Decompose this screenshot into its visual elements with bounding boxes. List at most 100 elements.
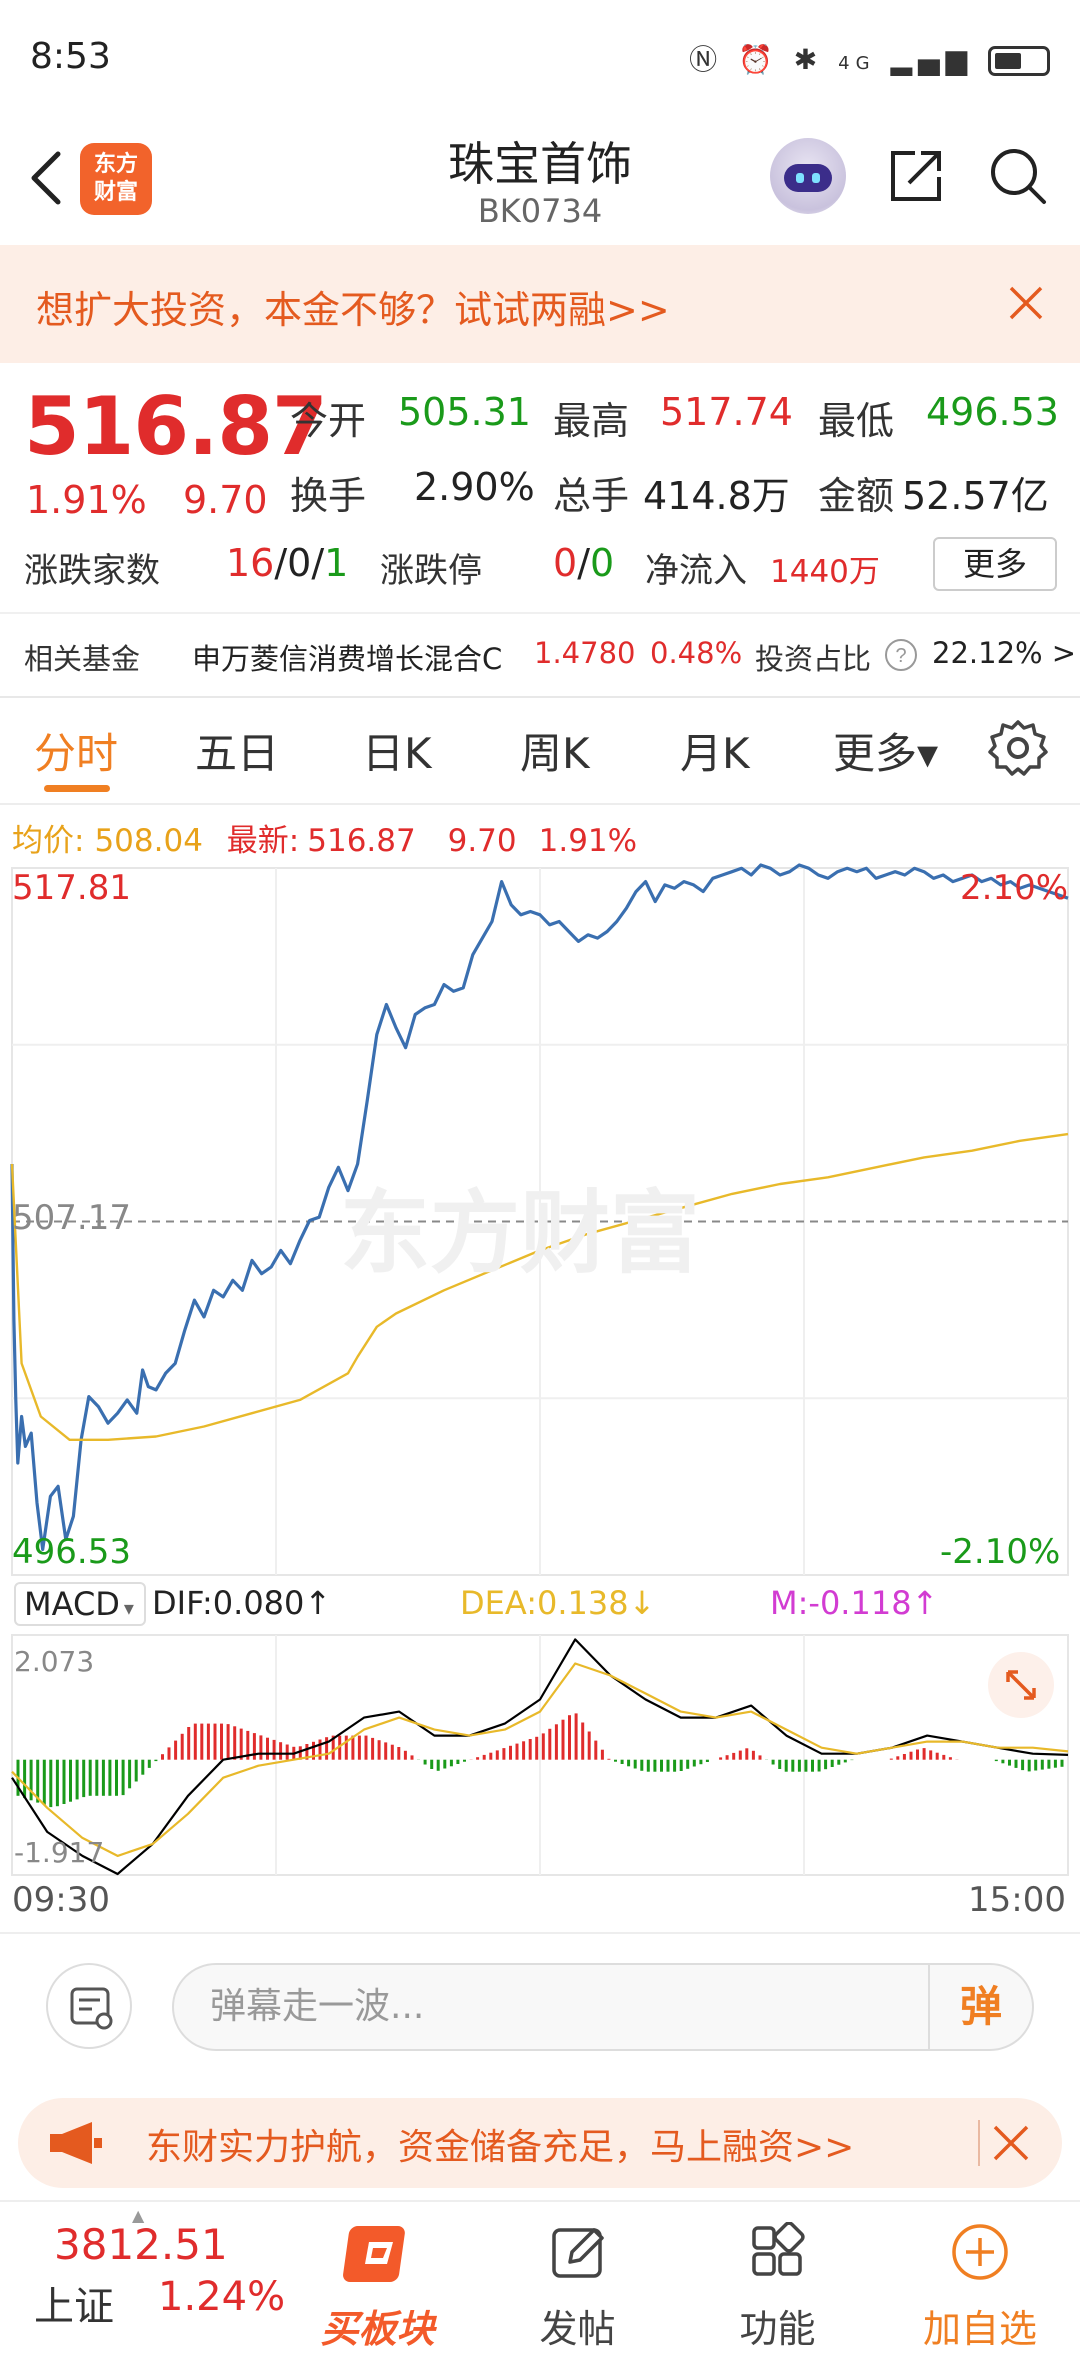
- alarm-icon: ⏰: [738, 43, 779, 76]
- help-icon[interactable]: ?: [884, 638, 918, 672]
- netflow-label: 净流入: [645, 551, 747, 591]
- network-icon: 4G: [838, 53, 876, 74]
- banner-text[interactable]: 东财实力护航，资金储备充足，马上融资>>: [146, 2118, 854, 2170]
- tab-underline: [44, 785, 110, 792]
- limit-values: 0/0: [553, 541, 615, 585]
- m-value: M:-0.118↑: [770, 1584, 939, 1622]
- close-icon[interactable]: [990, 2122, 1032, 2164]
- chevron-up-icon: ▲: [132, 2206, 145, 2225]
- stock-code: BK0734: [477, 192, 603, 230]
- danmu-button[interactable]: 弹: [928, 1965, 1032, 2049]
- nav-label: 买板块: [320, 2307, 435, 2351]
- divider: [0, 803, 1080, 805]
- tab-five-day[interactable]: 五日: [195, 720, 279, 781]
- battery-icon: [988, 46, 1050, 76]
- netflow-value: 1440万: [770, 554, 880, 590]
- edit-icon: [552, 2228, 604, 2278]
- comment-settings-icon[interactable]: [46, 1963, 132, 2049]
- dea-value: DEA:0.138↓: [460, 1584, 656, 1622]
- low-label: 最低: [818, 399, 895, 443]
- search-icon[interactable]: [987, 145, 1049, 207]
- current-price: 516.87: [24, 380, 328, 473]
- high-value: 517.74: [660, 390, 793, 434]
- amount-value: 52.57亿: [902, 474, 1049, 518]
- change-percent: 1.91%: [26, 478, 147, 522]
- tab-more[interactable]: 更多▾: [833, 720, 938, 781]
- close-icon[interactable]: [1006, 283, 1046, 323]
- ratio-label: 投资占比: [755, 642, 872, 676]
- ratio-value[interactable]: 22.12% >: [932, 636, 1076, 670]
- volume-label: 总手: [553, 474, 630, 518]
- open-value: 505.31: [398, 390, 531, 434]
- turnover-value: 2.90%: [414, 465, 535, 509]
- gear-icon[interactable]: [988, 718, 1048, 778]
- financing-banner[interactable]: 东财实力护航，资金储备充足，马上融资>>: [18, 2098, 1062, 2188]
- index-pct: 1.24%: [158, 2274, 286, 2320]
- bottom-price-label: 496.53: [12, 1532, 131, 1572]
- promo-text[interactable]: 想扩大投资，本金不够？试试两融>>: [36, 279, 670, 334]
- tab-weekly-k[interactable]: 周K: [520, 720, 590, 781]
- nfc-icon: Ⓝ: [689, 43, 724, 76]
- app-logo: 东方 财富: [80, 143, 152, 215]
- fund-nav: 1.4780: [534, 636, 636, 670]
- nav-functions[interactable]: 功能: [695, 2202, 860, 2376]
- dif-value: DIF:0.080↑: [152, 1584, 332, 1622]
- intraday-chart[interactable]: [0, 860, 1080, 1920]
- fund-change: 0.48%: [650, 636, 743, 670]
- megaphone-icon: [50, 2122, 102, 2164]
- watermark: 东方财富: [340, 1181, 700, 1286]
- header: 东方 财富 珠宝首饰 BK0734: [0, 110, 1080, 245]
- time-start-label: 09:30: [12, 1880, 110, 1920]
- promo-banner[interactable]: 想扩大投资，本金不够？试试两融>>: [0, 245, 1080, 363]
- grid-icon: [752, 2222, 805, 2276]
- bluetooth-icon: ✱: [793, 43, 824, 76]
- nav-buy-sector[interactable]: 买板块: [295, 2202, 460, 2376]
- volume-value: 414.8万: [643, 474, 790, 518]
- macd-legend: MACD ▾ DIF:0.080↑ DEA:0.138↓ M:-0.118↑: [14, 1580, 1074, 1636]
- chart-legend: 均价: 508.04 最新: 516.87 9.70 1.91%: [12, 823, 638, 859]
- add-circle-icon: [952, 2224, 1008, 2280]
- tab-intraday[interactable]: 分时: [34, 720, 118, 781]
- indicator-select[interactable]: MACD ▾: [14, 1582, 146, 1626]
- nav-post[interactable]: 发帖: [495, 2202, 660, 2376]
- svg-text:?: ?: [895, 645, 906, 667]
- expand-icon[interactable]: [986, 1650, 1056, 1720]
- change-value: 9.70: [183, 478, 268, 522]
- amount-label: 金额: [818, 474, 895, 518]
- ai-assistant-icon[interactable]: [770, 138, 846, 214]
- nav-label: 发帖: [539, 2307, 616, 2351]
- status-time: 8:53: [30, 36, 111, 77]
- open-label: 今开: [290, 399, 367, 443]
- tab-daily-k[interactable]: 日K: [362, 720, 432, 781]
- macd-top-label: 2.073: [14, 1645, 95, 1678]
- danmu-input[interactable]: 弹幕走一波...: [172, 1963, 1034, 2051]
- more-button[interactable]: 更多: [933, 537, 1057, 591]
- mid-price-label: 507.17: [12, 1198, 131, 1238]
- divider: [0, 1932, 1080, 1934]
- related-fund-row[interactable]: 相关基金 申万菱信消费增长混合C 1.4780 0.48% 投资占比 ? 22.…: [0, 614, 1080, 694]
- nav-add-watchlist[interactable]: 加自选: [895, 2202, 1065, 2376]
- nav-label: 加自选: [922, 2307, 1037, 2351]
- page-title: 珠宝首饰: [448, 137, 632, 191]
- bottom-nav: 3812.51 上证 1.24% ▲ 买板块 发帖 功能 加自选: [0, 2200, 1080, 2376]
- high-label: 最高: [553, 399, 630, 443]
- time-end-label: 15:00: [968, 1880, 1066, 1920]
- top-pct-label: 2.10%: [960, 868, 1069, 908]
- nav-label: 功能: [739, 2307, 816, 2351]
- status-bar: 8:53 Ⓝ ⏰ ✱ 4G ▂▄▆: [0, 0, 1080, 110]
- index-name: 上证: [34, 2284, 114, 2330]
- back-arrow-icon[interactable]: [22, 148, 72, 208]
- advdec-label: 涨跌家数: [24, 551, 160, 591]
- macd-bottom-label: -1.917: [14, 1836, 105, 1869]
- share-icon[interactable]: [885, 145, 947, 207]
- chart-tabs: 分时 五日 日K 周K 月K 更多▾: [0, 698, 1080, 803]
- index-ticker[interactable]: 3812.51 上证 1.24% ▲: [0, 2202, 290, 2376]
- fund-label: 相关基金: [24, 642, 141, 676]
- status-icons: Ⓝ ⏰ ✱ 4G ▂▄▆: [689, 38, 1050, 78]
- tab-monthly-k[interactable]: 月K: [680, 720, 750, 781]
- fund-name[interactable]: 申万菱信消费增长混合C: [192, 636, 502, 678]
- buy-sector-icon: [343, 2226, 405, 2282]
- comment-bar: 弹幕走一波... 弹: [0, 1935, 1080, 2085]
- advdec-values: 16/0/1: [226, 541, 349, 585]
- turnover-label: 换手: [290, 474, 367, 518]
